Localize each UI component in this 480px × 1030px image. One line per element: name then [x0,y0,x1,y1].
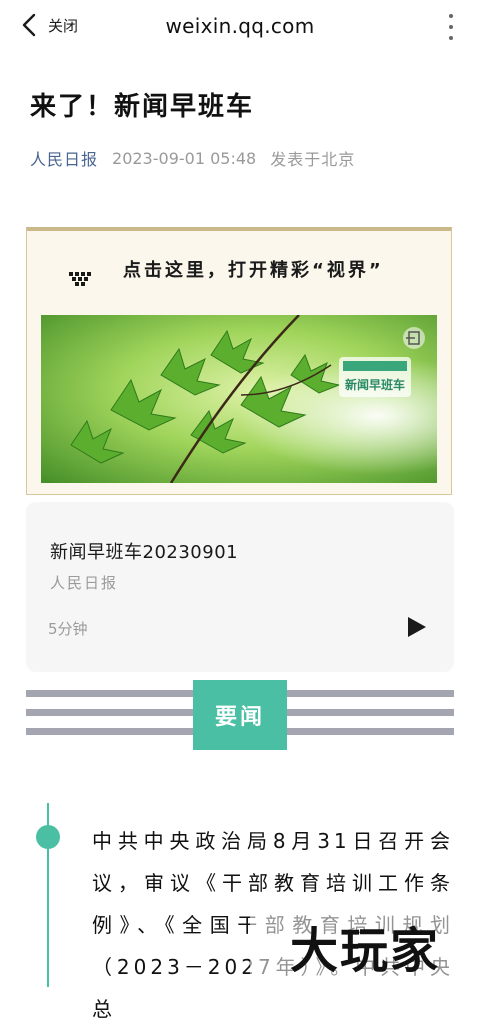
promo-text: 点击这里，打开精彩“视界” [123,260,384,281]
section-label: 要闻 [193,680,287,750]
audio-title: 新闻早班车20230901 [50,542,239,563]
promo-card[interactable]: 点击这里，打开精彩“视界” 新闻早班车 [26,227,452,495]
audio-source: 人民日报 [50,574,119,592]
article-datetime: 2023-09-01 05:48 [112,148,257,168]
audio-duration: 5分钟 [48,620,88,638]
page-url: weixin.qq.com [165,14,315,38]
more-options-icon[interactable] [446,14,456,40]
pixel-heart-icon [69,272,91,286]
top-bar: 关闭 weixin.qq.com [0,0,480,52]
promo-image[interactable]: 新闻早班车 [41,315,437,483]
article-location: 发表于北京 [270,150,356,169]
section-divider: 要闻 [26,680,454,750]
article-meta: 人民日报 2023-09-01 05:48 发表于北京 [30,146,355,170]
exit-icon [403,327,425,349]
image-badge-text: 新闻早班车 [345,377,405,392]
timeline-dot [36,825,60,849]
article-title: 来了！新闻早班车 [30,92,255,122]
article-source-link[interactable]: 人民日报 [30,146,98,170]
audio-card[interactable]: 新闻早班车20230901 人民日报 5分钟 [26,502,454,672]
play-icon[interactable] [404,615,428,639]
watermark: 大玩家 [250,905,480,987]
